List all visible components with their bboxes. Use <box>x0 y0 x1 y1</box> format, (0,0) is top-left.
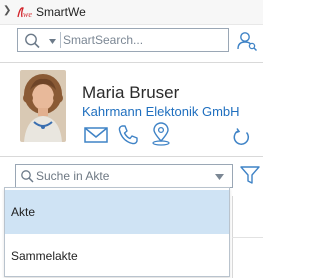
filter-icon[interactable] <box>240 165 260 185</box>
app-title: SmartWe <box>36 5 86 19</box>
mail-icon[interactable] <box>84 126 108 144</box>
smart-search-input[interactable] <box>63 31 223 49</box>
phone-icon[interactable] <box>117 124 139 146</box>
search-icon <box>21 170 34 183</box>
contact-company-link[interactable]: Kahrmann Elektonik GmbH <box>82 104 240 119</box>
divider <box>0 62 263 63</box>
divider <box>0 156 263 157</box>
smart-search-box[interactable] <box>17 28 229 52</box>
dropdown-item-sammelakte[interactable]: Sammelakte <box>5 234 229 278</box>
search-options-caret-icon[interactable] <box>49 39 56 44</box>
search-divider <box>60 32 61 48</box>
akte-search-input[interactable] <box>36 167 206 185</box>
smartwe-logo: we <box>17 7 32 19</box>
svg-text:we: we <box>23 10 32 19</box>
person-search-icon[interactable] <box>236 30 258 52</box>
location-icon[interactable] <box>150 122 172 146</box>
title-bar: ❯ we SmartWe <box>0 0 263 25</box>
expand-arrow-icon[interactable]: ❯ <box>3 5 11 16</box>
dropdown-item-akte[interactable]: Akte <box>5 190 229 234</box>
refresh-icon[interactable] <box>232 127 252 147</box>
akte-search-combobox[interactable] <box>15 164 233 188</box>
contact-name: Maria Bruser <box>82 83 180 102</box>
search-icon[interactable] <box>23 32 41 50</box>
panel-border <box>232 237 263 238</box>
akte-dropdown-list: Akte Sammelakte <box>4 187 230 277</box>
chevron-down-icon[interactable] <box>215 174 224 180</box>
contact-avatar <box>20 70 66 142</box>
